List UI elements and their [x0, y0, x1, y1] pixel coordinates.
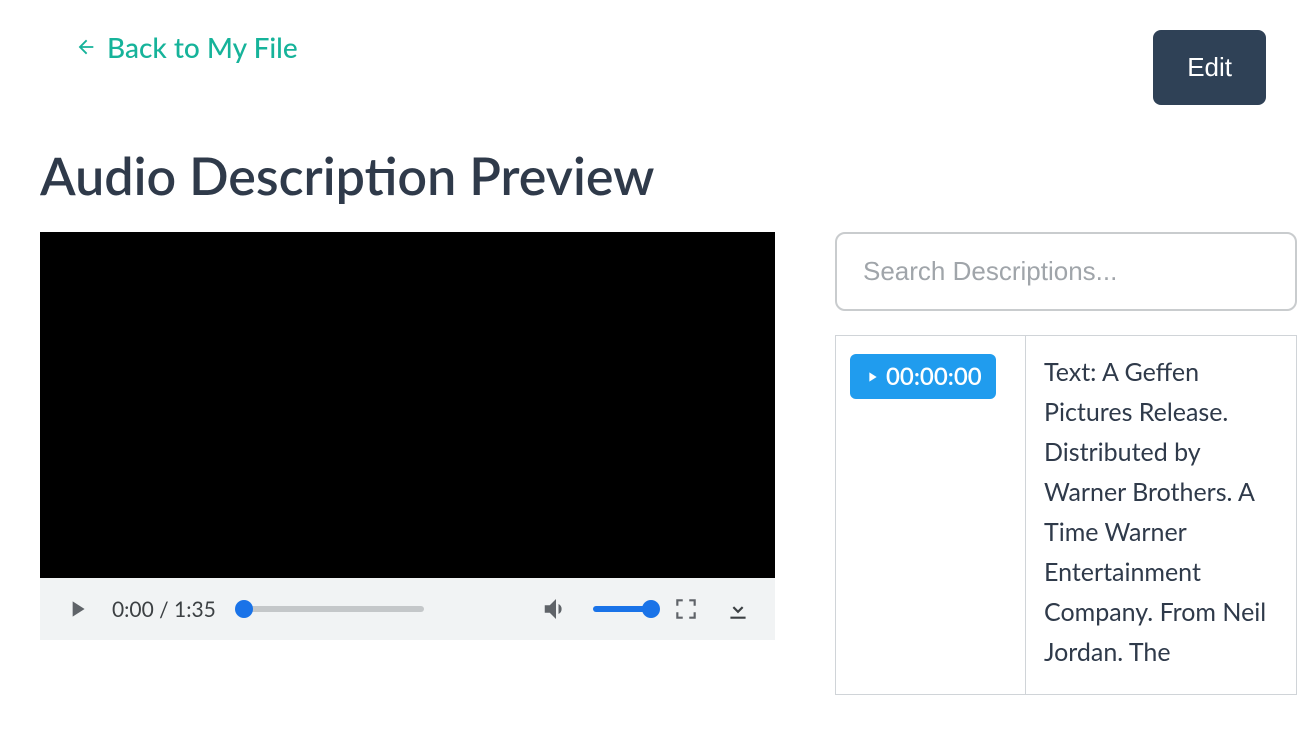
time-display: 0:00 / 1:35	[112, 597, 216, 622]
back-link[interactable]: Back to My File	[40, 30, 298, 64]
play-icon	[64, 596, 90, 622]
page-title: Audio Description Preview	[40, 145, 1266, 207]
volume-button[interactable]	[537, 590, 575, 628]
descriptions-table: 00:00:00 Text: A Geffen Pictures Release…	[835, 335, 1297, 695]
description-text-cell: Text: A Geffen Pictures Release. Distrib…	[1026, 336, 1296, 694]
back-link-label: Back to My File	[107, 30, 298, 64]
video-player: 0:00 / 1:35	[40, 232, 775, 640]
download-icon	[725, 596, 751, 622]
download-button[interactable]	[721, 592, 755, 626]
seek-slider[interactable]	[244, 606, 424, 612]
timestamp-badge[interactable]: 00:00:00	[850, 354, 996, 399]
volume-icon	[541, 594, 571, 624]
edit-button[interactable]: Edit	[1153, 30, 1266, 105]
fullscreen-icon	[673, 596, 699, 622]
description-timestamp-cell: 00:00:00	[836, 336, 1026, 694]
seek-thumb[interactable]	[235, 600, 253, 618]
video-canvas[interactable]	[40, 232, 775, 578]
volume-thumb[interactable]	[642, 600, 660, 618]
arrow-left-icon	[75, 30, 97, 64]
fullscreen-button[interactable]	[669, 592, 703, 626]
video-controls: 0:00 / 1:35	[40, 578, 775, 640]
timestamp-text: 00:00:00	[886, 362, 982, 391]
edit-button-label: Edit	[1187, 52, 1232, 82]
search-input[interactable]	[835, 232, 1297, 311]
play-icon	[864, 362, 880, 391]
volume-slider[interactable]	[593, 606, 651, 612]
play-button[interactable]	[60, 592, 94, 626]
